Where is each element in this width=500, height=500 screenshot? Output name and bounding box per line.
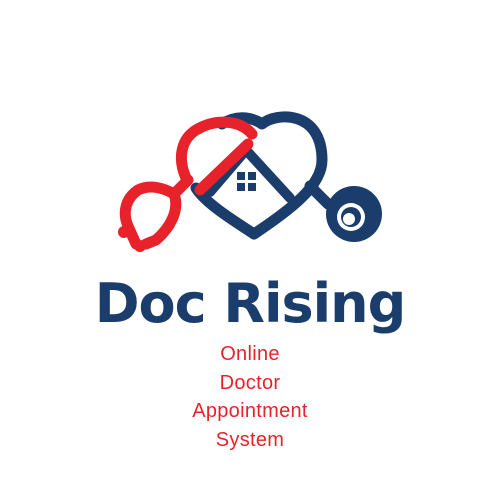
- tagline-line-2: Doctor: [219, 371, 281, 394]
- chest-piece-icon: [326, 186, 382, 242]
- tagline-line-4: System: [215, 428, 285, 451]
- tagline-line-1: Online: [220, 343, 280, 365]
- logo-canvas: Doc Rising Online Doctor Appointment Sys…: [0, 0, 500, 500]
- brand-title: Doc Rising: [94, 272, 407, 335]
- heart-house-stethoscope-icon: [118, 111, 382, 252]
- tagline-line-3: Appointment: [192, 400, 308, 422]
- window-icon: [237, 172, 256, 191]
- stethoscope-tube-right: [304, 180, 334, 210]
- brand-tagline: Online Doctor Appointment System: [0, 340, 500, 454]
- stethoscope-earpiece: [140, 188, 182, 250]
